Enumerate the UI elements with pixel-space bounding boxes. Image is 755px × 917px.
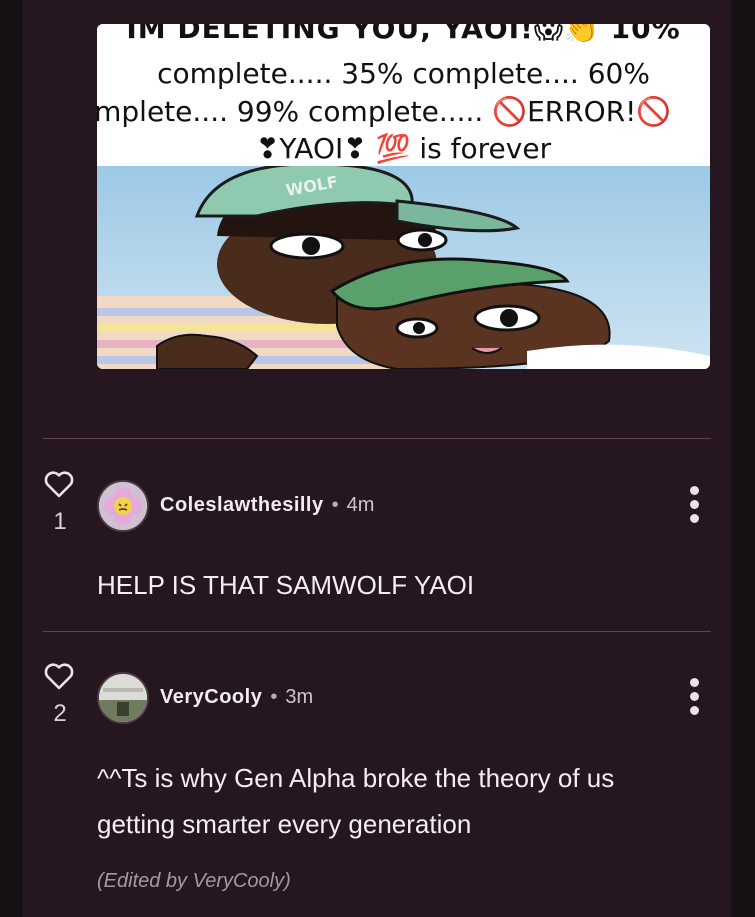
avatar[interactable] [97,672,149,724]
comment-meta: VeryCooly • 3m [160,686,313,709]
avatar[interactable] [97,480,149,532]
heart-outline-icon[interactable] [43,660,75,692]
timestamp: 4m [346,494,375,516]
meme-caption-line-4: ❣YAOI❣ 💯 is forever [97,130,710,167]
meme-caption: IM DELETING YOU, YAOI!😱👏 10% complete...… [97,24,710,166]
comment-text-line-1: ^^Ts is why Gen Alpha broke the theory o… [97,763,615,793]
comment-text-line-2: getting smarter every generation [97,809,472,839]
heart-outline-icon[interactable] [43,468,75,500]
like-count: 1 [53,508,67,535]
username[interactable]: Coleslawthesilly [160,494,324,516]
comment-meta: Coleslawthesilly • 4m [160,494,374,517]
like-count: 2 [53,700,67,727]
meta-separator: • [331,494,339,516]
meme-caption-forever: 💯 is forever [375,132,552,165]
meme-caption-line-1: IM DELETING YOU, YAOI!😱👏 10% [126,24,681,45]
divider [43,438,711,439]
meme-caption-line-2: complete..... 35% complete.... 60% [157,57,650,90]
photo-avatar-image [99,674,147,722]
meme-caption-line-3: omplete.... 99% complete..... 🚫ERROR!🚫 [97,95,672,128]
kebab-menu-icon[interactable] [682,678,708,718]
comment-text: HELP IS THAT SAMWOLF YAOI [97,570,475,600]
flower-avatar-image [99,482,147,530]
kebab-menu-icon[interactable] [682,486,708,526]
post-image[interactable]: IM DELETING YOU, YAOI!😱👏 10% complete...… [97,24,710,369]
meme-illustration: WOLF [97,166,710,369]
divider [43,631,711,632]
edited-note: (Edited by VeryCooly) [97,870,291,892]
timestamp: 3m [285,686,314,708]
meta-separator: • [270,686,278,708]
meme-caption-yaoi: ❣YAOI❣ [255,132,367,165]
username[interactable]: VeryCooly [160,686,262,708]
